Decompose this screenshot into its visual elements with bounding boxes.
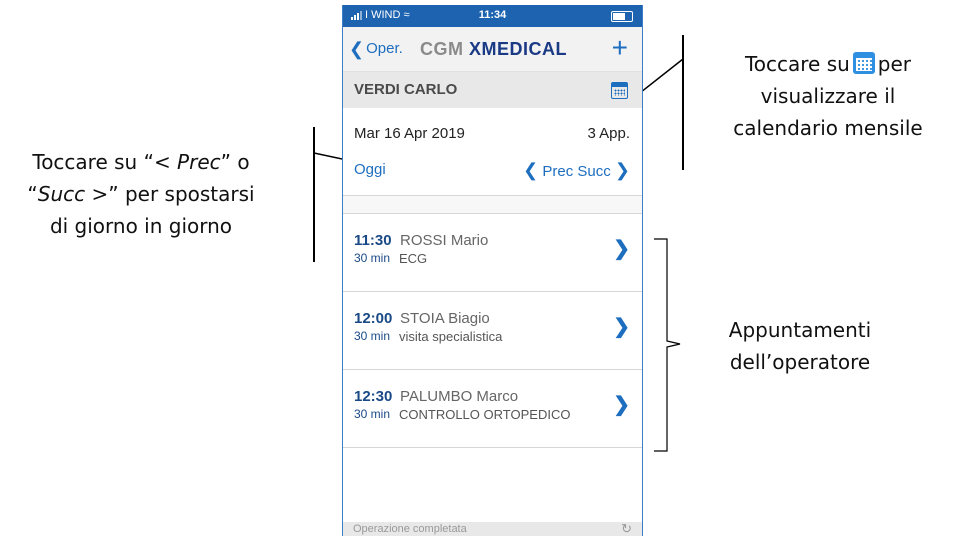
annotation-text: Succ > [37, 182, 109, 206]
operator-bar: VERDI CARLO [343, 72, 642, 108]
back-label: Oper. [366, 40, 403, 57]
disclosure-arrow-icon: ❯ [613, 316, 630, 338]
app-logo: CGM XMEDICAL [420, 39, 567, 60]
annotation-prev-next: Toccare su “< Prec” o “Succ >” per spost… [0, 146, 282, 242]
appointment-duration: 30 min [354, 329, 391, 343]
appointment-time: 12:30 [354, 388, 393, 405]
appointment-type: ECG [399, 251, 428, 266]
status-footer: Operazione completata ↻ [343, 521, 642, 536]
phone-screen: I WIND ≈ 11:34 ❮ Oper. CGM XMEDICAL + VE… [342, 5, 643, 536]
annotation-text: di giorno in giorno [49, 214, 233, 238]
appointment-row[interactable]: 12:00 STOIA Biagio 30 min visita special… [343, 292, 642, 370]
prev-chevron-icon: ❮ [523, 160, 539, 180]
add-icon[interactable]: + [612, 32, 628, 64]
appointment-count: 3 App. [587, 125, 630, 142]
annotation-text: Toccare su “ [32, 150, 154, 174]
appointment-duration: 30 min [354, 407, 391, 421]
annotation-text: Appuntamenti [728, 318, 872, 342]
logo-xmedical: XMEDICAL [469, 39, 568, 59]
prev-label: Prec [542, 163, 574, 180]
operator-name: VERDI CARLO [354, 81, 458, 98]
appointment-list: 11:30 ROSSI Mario 30 min ECG ❯ 12:00 STO… [343, 214, 642, 448]
disclosure-arrow-icon: ❯ [613, 238, 630, 260]
annotation-text: Toccare su [744, 52, 850, 76]
annotation-appointments: Appuntamenti dell’operatore [690, 314, 910, 378]
calendar-icon[interactable] [611, 82, 628, 99]
next-label: Succ [577, 163, 611, 180]
footer-message: Operazione completata [353, 523, 467, 535]
annotation-text: visualizzare il [760, 84, 896, 108]
list-spacer [343, 196, 642, 214]
status-time: 11:34 [478, 9, 507, 21]
appointments-bracket [654, 238, 681, 452]
appointment-patient: STOIA Biagio [400, 310, 490, 327]
disclosure-arrow-icon: ❯ [613, 394, 630, 416]
annotation-text: per [877, 52, 912, 76]
annotation-text: ” per spostarsi [108, 182, 255, 206]
appointment-type: visita specialistica [399, 329, 503, 344]
back-button[interactable]: ❮ Oper. [349, 38, 403, 59]
annotation-calendar: Toccare su per visualizzare il calendario… [703, 48, 953, 144]
today-button[interactable]: Oggi [354, 161, 386, 178]
annotation-text: ” o [220, 150, 250, 174]
annotation-text: calendario mensile [733, 116, 923, 140]
annotation-text: dell’operatore [729, 350, 871, 374]
appointment-patient: ROSSI Mario [400, 232, 489, 249]
appointment-duration: 30 min [354, 251, 391, 265]
next-button[interactable]: Succ ❯ [577, 160, 630, 181]
back-chevron-icon: ❮ [349, 38, 365, 59]
calendar-icon [852, 52, 875, 74]
prev-button[interactable]: ❮ Prec [523, 160, 573, 181]
nav-bar: ❮ Oper. CGM XMEDICAL + [343, 27, 642, 72]
refresh-icon[interactable]: ↻ [621, 521, 632, 536]
current-date: Mar 16 Apr 2019 [354, 125, 465, 142]
annotation-text: < Prec [153, 150, 221, 174]
annotation-text: “ [27, 182, 38, 206]
day-navigation: ❮ Prec Succ ❯ [523, 160, 630, 181]
logo-cgm: CGM [420, 39, 464, 59]
day-header: Mar 16 Apr 2019 3 App. Oggi ❮ Prec Succ … [343, 108, 642, 196]
appointment-type: CONTROLLO ORTOPEDICO [399, 407, 571, 422]
battery-icon [611, 11, 633, 22]
appointment-row[interactable]: 12:30 PALUMBO Marco 30 min CONTROLLO ORT… [343, 370, 642, 448]
appointment-time: 11:30 [354, 232, 392, 249]
next-chevron-icon: ❯ [614, 160, 630, 180]
appointment-row[interactable]: 11:30 ROSSI Mario 30 min ECG ❯ [343, 214, 642, 292]
status-bar: I WIND ≈ 11:34 [343, 5, 642, 27]
appointment-patient: PALUMBO Marco [400, 388, 519, 405]
appointment-time: 12:00 [354, 310, 393, 327]
